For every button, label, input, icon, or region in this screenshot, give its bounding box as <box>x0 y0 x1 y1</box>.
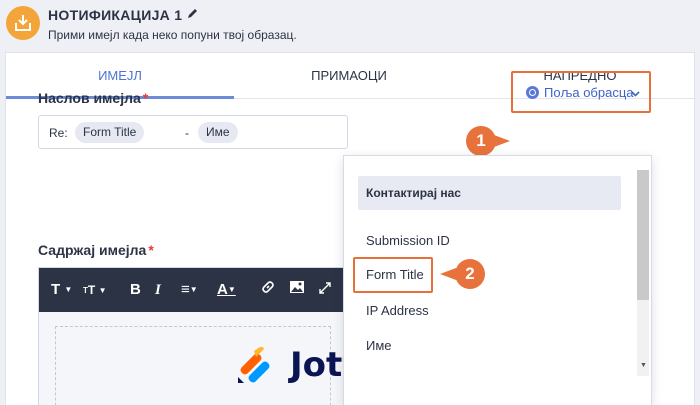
page-subtitle: Прими имејл када неко попуни твој образа… <box>48 28 297 42</box>
subject-label: Наслов имејла * <box>38 90 148 106</box>
content-label-text: Садржај имејла <box>38 242 147 258</box>
link-icon <box>526 86 539 99</box>
chevron-down-icon <box>631 85 640 103</box>
jotform-logo-icon <box>238 347 270 383</box>
link-icon <box>262 281 274 293</box>
dropdown-group-header: Контактирај нас <box>358 176 621 210</box>
content-label: Садржај имејла * <box>38 242 154 258</box>
inbox-download-icon <box>6 6 40 40</box>
italic-button[interactable]: I <box>155 280 161 300</box>
required-mark: * <box>142 90 149 106</box>
jotform-logo-text: Jotform <box>290 345 346 385</box>
dropdown-item-submission-id[interactable]: Submission ID <box>366 233 450 248</box>
image-icon <box>290 281 304 293</box>
font-family-glyph: T <box>51 281 61 298</box>
badge-pointer-1 <box>494 135 510 147</box>
subject-label-text: Наслов имејла <box>38 90 141 106</box>
tab-recipients[interactable]: ПРИМАОЦИ <box>234 53 464 99</box>
step-badge-1: 1 <box>466 126 496 156</box>
image-button[interactable] <box>289 280 305 300</box>
form-title-highlight <box>353 257 433 293</box>
dropdown-scrollbar-thumb[interactable] <box>637 170 649 300</box>
expand-icon <box>319 282 331 294</box>
scroll-down-arrow-icon[interactable]: ▼ <box>640 362 647 369</box>
form-fields-button[interactable]: Поља обрасца <box>511 71 651 113</box>
required-mark: * <box>148 242 154 258</box>
dropdown-item-ip-address[interactable]: IP Address <box>366 303 429 318</box>
page-title: НОТИФИКАЦИЈА 1 <box>48 7 183 23</box>
logo-area: Jotform <box>38 345 346 385</box>
step-badge-2: 2 <box>455 259 485 289</box>
fullscreen-button[interactable] <box>319 280 331 300</box>
subject-input[interactable]: Re: Form Title - Име <box>38 115 348 149</box>
dropdown-item-name[interactable]: Име <box>366 338 392 353</box>
font-size-glyph: T <box>87 283 96 297</box>
font-size-button[interactable]: TT ▼ <box>83 280 107 300</box>
subject-prefix: Re: <box>49 126 68 140</box>
link-button[interactable] <box>261 280 275 300</box>
subject-separator: - <box>185 126 189 140</box>
text-color-button[interactable]: A▼ <box>217 280 236 300</box>
edit-pencil-icon[interactable] <box>187 6 199 24</box>
badge-pointer-2 <box>440 268 456 280</box>
editor-toolbar: T ▼ TT ▼ B I ≡▼ A▼ <box>39 268 347 312</box>
font-family-button[interactable]: T ▼ <box>51 280 72 300</box>
form-title-chip[interactable]: Form Title <box>75 122 145 143</box>
name-chip[interactable]: Име <box>198 122 238 143</box>
notification-header: НОТИФИКАЦИЈА 1 Прими имејл када неко поп… <box>0 0 700 52</box>
form-fields-label: Поља обрасца <box>544 85 634 100</box>
align-button[interactable]: ≡▼ <box>181 280 198 300</box>
text-color-icon: A <box>217 281 228 298</box>
bold-button[interactable]: B <box>130 280 141 300</box>
align-icon: ≡ <box>181 281 190 298</box>
